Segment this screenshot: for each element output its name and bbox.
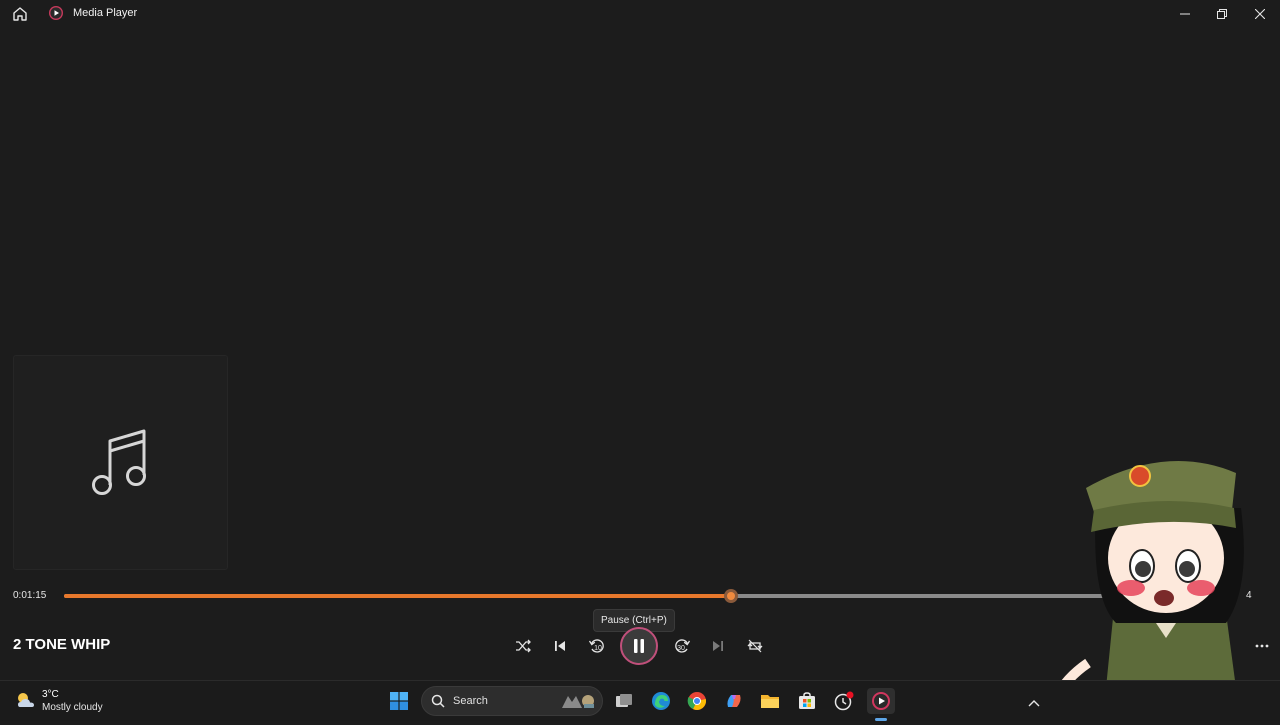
file-explorer-button[interactable] [756, 688, 784, 714]
search-icon [431, 694, 445, 713]
skip-back-10-icon: 10 [588, 639, 604, 653]
cloudy-weather-icon [15, 690, 37, 715]
close-button[interactable] [1241, 0, 1279, 28]
weather-widget[interactable]: 3°C Mostly cloudy [13, 687, 153, 717]
repeat-button[interactable] [742, 633, 768, 659]
pause-icon [634, 639, 644, 653]
search-label: Search [453, 695, 488, 707]
microsoft-store-button[interactable] [793, 688, 821, 714]
file-explorer-icon [761, 695, 779, 708]
current-time: 0:01:15 [13, 590, 47, 601]
shuffle-icon [516, 639, 531, 653]
start-button[interactable] [385, 688, 413, 714]
clock-app-button[interactable] [830, 688, 858, 714]
copilot-button[interactable] [720, 688, 748, 714]
pause-button[interactable] [620, 627, 658, 665]
album-art[interactable] [13, 355, 228, 570]
minimize-button[interactable] [1166, 0, 1204, 28]
copilot-icon [727, 695, 741, 707]
skip-forward-30-icon: 30 [675, 639, 691, 653]
media-player-taskbar-button[interactable] [867, 688, 895, 714]
chrome-icon [687, 692, 707, 710]
home-icon[interactable] [11, 5, 29, 23]
edge-icon [652, 692, 670, 710]
task-view-icon [616, 694, 632, 707]
shuffle-button[interactable] [510, 633, 536, 659]
media-player-icon [48, 5, 64, 21]
skip-forward-label: 30 [677, 645, 685, 652]
chevron-up-icon [1028, 700, 1040, 707]
maximize-button[interactable] [1203, 0, 1241, 28]
taskbar-search[interactable]: Search [421, 686, 603, 716]
next-icon [713, 641, 723, 651]
seek-thumb[interactable] [723, 589, 738, 603]
task-view-button[interactable] [610, 688, 638, 714]
show-hidden-icons-button[interactable] [1028, 694, 1040, 712]
weather-desc: Mostly cloudy [42, 702, 103, 713]
skip-forward-button[interactable]: 30 [669, 633, 695, 659]
repeat-icon [747, 639, 763, 653]
clock-app-icon [834, 691, 854, 711]
song-title[interactable]: 2 TONE WHIP [13, 636, 110, 653]
taskbar: 3°C Mostly cloudy Search [0, 680, 1280, 721]
media-player-icon [872, 692, 890, 710]
search-highlight-icon [560, 692, 596, 715]
skip-back-label: 10 [594, 645, 602, 652]
seek-progress [64, 594, 731, 598]
previous-button[interactable] [547, 633, 573, 659]
window-title: Media Player [73, 7, 138, 19]
edge-button[interactable] [647, 688, 675, 714]
weather-temp: 3°C [42, 689, 59, 700]
previous-icon [555, 641, 565, 651]
windows-start-icon [390, 692, 408, 710]
chrome-button[interactable] [683, 688, 711, 714]
music-note-icon [88, 423, 154, 502]
next-button[interactable] [705, 633, 731, 659]
skip-back-button[interactable]: 10 [584, 633, 610, 659]
microsoft-store-icon [799, 692, 815, 709]
title-bar: Media Player [0, 0, 1280, 28]
